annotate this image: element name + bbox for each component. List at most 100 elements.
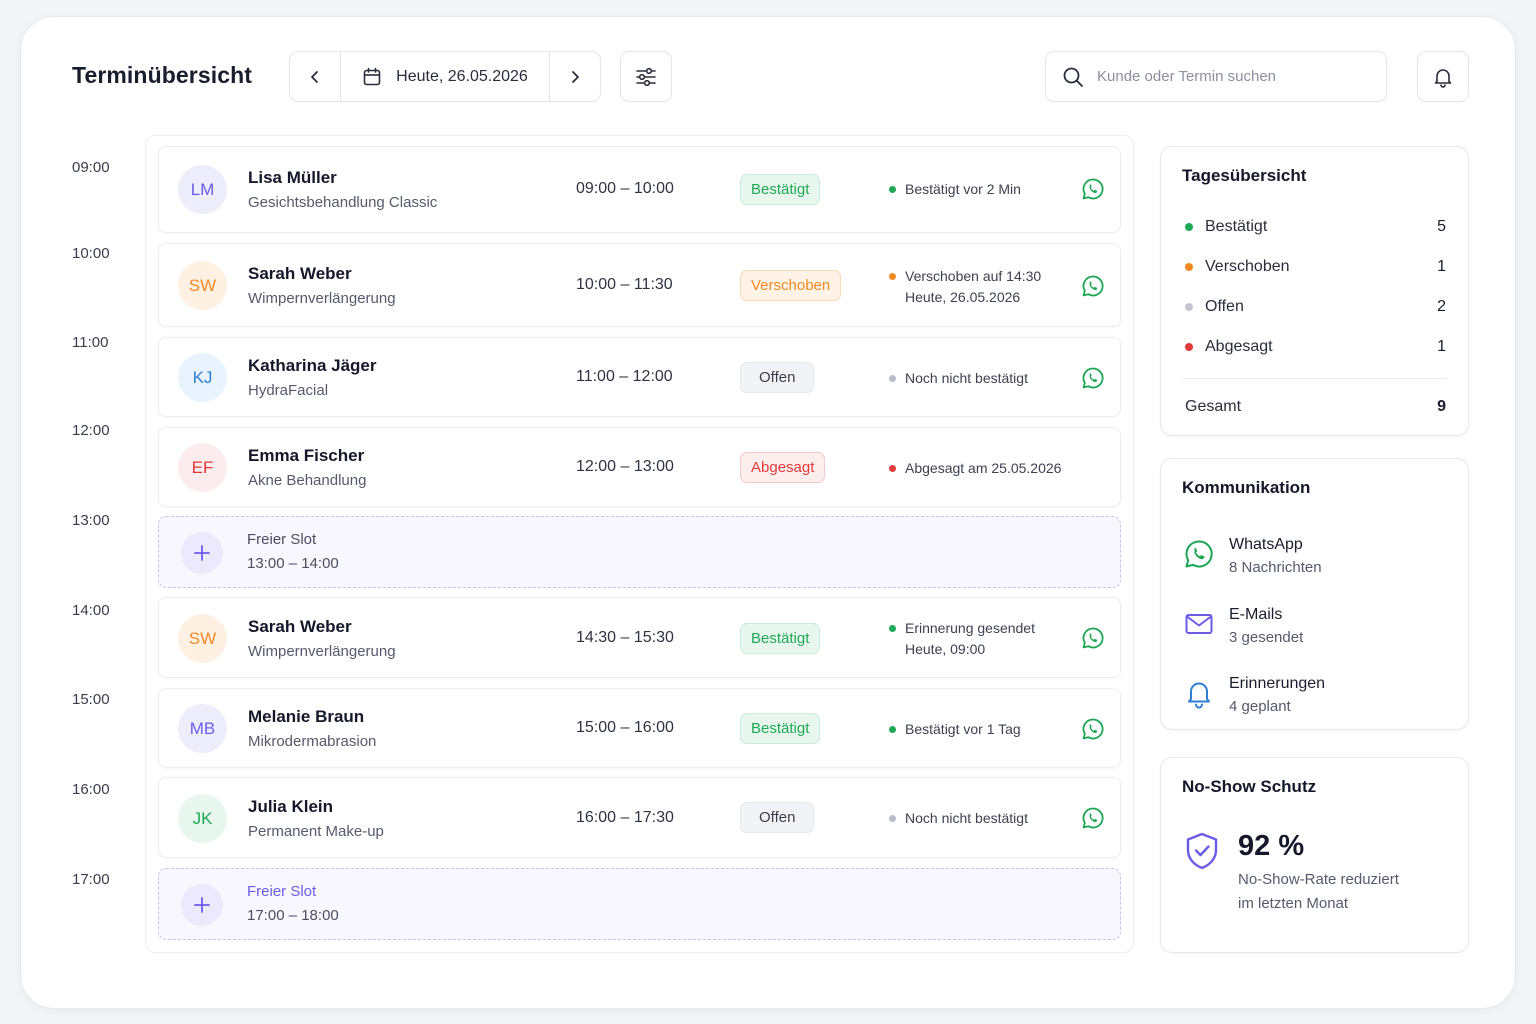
appointment-card[interactable]: KJ Katharina Jäger HydraFacial 11:00 – 1… <box>158 337 1121 417</box>
whatsapp-icon[interactable] <box>1081 274 1105 298</box>
chevron-right-icon <box>572 70 579 83</box>
status-text: Noch nicht bestätigt <box>905 810 1028 826</box>
whatsapp-icon <box>1185 540 1213 568</box>
comm-detail: 8 Nachrichten <box>1229 559 1322 576</box>
summary-total-count: 9 <box>1437 398 1446 415</box>
status-dot <box>889 374 896 382</box>
service-name: HydraFacial <box>248 382 329 399</box>
sliders-icon <box>636 67 656 86</box>
whatsapp-icon[interactable] <box>1081 626 1105 650</box>
current-date: Heute, 26.05.2026 <box>396 67 528 85</box>
avatar: SW <box>178 614 227 663</box>
time-label: 15:00 <box>72 691 110 708</box>
service-name: Akne Behandlung <box>248 472 367 489</box>
status-badge: Abgesagt <box>740 452 826 483</box>
client-name: Katharina Jäger <box>248 356 377 375</box>
summary-count: 2 <box>1437 298 1446 315</box>
search-icon <box>1063 67 1083 87</box>
appointment-time: 16:00 – 17:30 <box>576 809 674 826</box>
service-name: Mikrodermabrasion <box>248 733 377 750</box>
time-label: 14:00 <box>72 602 110 619</box>
search-box <box>1045 51 1387 102</box>
card-title: Tagesübersicht <box>1182 166 1307 185</box>
status-dot <box>889 725 896 733</box>
appointment-time: 15:00 – 16:00 <box>576 719 674 736</box>
whatsapp-icon[interactable] <box>1081 806 1105 830</box>
add-appointment-button[interactable] <box>181 532 223 574</box>
time-label: 10:00 <box>72 245 110 262</box>
status-subtext: Heute, 26.05.2026 <box>905 289 1021 305</box>
communication-card: Kommunikation WhatsApp 8 Nachrichten E-M… <box>1160 458 1469 730</box>
shield-check-icon <box>1186 832 1218 870</box>
status-note: Bestätigt vor 2 Min <box>889 179 1021 200</box>
noshow-protection-card: No-Show Schutz 92 % No-Show-Rate reduzie… <box>1160 757 1469 953</box>
bell-icon <box>1434 68 1452 88</box>
comm-title: E-Mails <box>1229 606 1283 623</box>
status-dot <box>889 272 896 280</box>
status-badge: Offen <box>740 362 815 393</box>
noshow-description-line1: No-Show-Rate reduziert <box>1238 871 1399 888</box>
summary-row-open: Offen 2 <box>1185 298 1446 316</box>
time-label: 13:00 <box>72 512 110 529</box>
appointment-card[interactable]: LM Lisa Müller Gesichtsbehandlung Classi… <box>158 146 1121 233</box>
summary-total-label: Gesamt <box>1185 398 1242 415</box>
appointment-card[interactable]: SW Sarah Weber Wimpernverlängerung 10:00… <box>158 243 1121 327</box>
client-name: Julia Klein <box>248 797 334 816</box>
time-label: 11:00 <box>72 334 109 351</box>
service-name: Gesichtsbehandlung Classic <box>248 194 438 211</box>
status-text: Verschoben auf 14:30 <box>905 268 1042 284</box>
filter-button[interactable] <box>620 51 672 102</box>
status-badge: Bestätigt <box>740 623 821 654</box>
next-day-button[interactable] <box>549 52 600 101</box>
notifications-button[interactable] <box>1417 51 1469 102</box>
free-slot[interactable]: Freier Slot 17:00 – 18:00 <box>158 868 1121 940</box>
date-picker-button[interactable]: Heute, 26.05.2026 <box>341 52 549 101</box>
comm-title: WhatsApp <box>1229 536 1303 553</box>
service-name: Wimpernverlängerung <box>248 643 396 660</box>
appointment-time: 12:00 – 13:00 <box>576 458 674 475</box>
appointment-time: 09:00 – 10:00 <box>576 180 674 197</box>
free-slot-time: 13:00 – 14:00 <box>247 555 339 572</box>
bell-icon <box>1188 682 1210 709</box>
date-navigator: Heute, 26.05.2026 <box>289 51 601 102</box>
whatsapp-icon[interactable] <box>1081 717 1105 741</box>
whatsapp-icon[interactable] <box>1081 177 1105 201</box>
status-text: Bestätigt vor 1 Tag <box>905 721 1021 737</box>
comm-title: Erinnerungen <box>1229 675 1326 692</box>
summary-label: Verschoben <box>1205 258 1290 275</box>
free-slot[interactable]: Freier Slot 13:00 – 14:00 <box>158 516 1121 588</box>
status-note: Noch nicht bestätigt <box>889 368 1028 389</box>
appointment-card[interactable]: EF Emma Fischer Akne Behandlung 12:00 – … <box>158 427 1121 507</box>
appointment-time: 11:00 – 12:00 <box>576 368 673 385</box>
status-text: Abgesagt am 25.05.2026 <box>905 460 1062 476</box>
chevron-left-icon <box>311 70 318 83</box>
summary-label: Abgesagt <box>1205 338 1273 355</box>
time-label: 16:00 <box>72 781 110 798</box>
status-note: Erinnerung gesendet Heute, 09:00 <box>889 618 1035 660</box>
free-slot-time: 17:00 – 18:00 <box>247 907 339 924</box>
summary-count: 1 <box>1437 338 1446 355</box>
client-name: Sarah Weber <box>248 264 352 283</box>
status-note: Verschoben auf 14:30 Heute, 26.05.2026 <box>889 266 1041 308</box>
add-appointment-button[interactable] <box>181 884 223 926</box>
status-badge: Verschoben <box>740 270 842 301</box>
previous-day-button[interactable] <box>290 52 341 101</box>
appointment-time: 14:30 – 15:30 <box>576 629 674 646</box>
avatar: KJ <box>178 353 227 402</box>
summary-total-row: Gesamt 9 <box>1185 398 1446 416</box>
appointment-card[interactable]: SW Sarah Weber Wimpernverlängerung 14:30… <box>158 597 1121 678</box>
status-dot <box>1185 343 1193 351</box>
whatsapp-icon[interactable] <box>1081 366 1105 390</box>
comm-detail: 4 geplant <box>1229 698 1291 715</box>
card-title: Kommunikation <box>1182 478 1311 497</box>
appointment-card[interactable]: JK Julia Klein Permanent Make-up 16:00 –… <box>158 777 1121 858</box>
search-input[interactable] <box>1097 68 1367 85</box>
avatar: MB <box>178 704 227 753</box>
status-dot <box>889 464 896 472</box>
appointment-time: 10:00 – 11:30 <box>576 276 673 293</box>
appointment-card[interactable]: MB Melanie Braun Mikrodermabrasion 15:00… <box>158 688 1121 768</box>
status-badge: Bestätigt <box>740 174 821 205</box>
avatar: LM <box>178 165 227 214</box>
page-title: Terminübersicht <box>72 62 252 88</box>
day-summary-card: Tagesübersicht Bestätigt 5 Verschoben 1 … <box>1160 146 1469 436</box>
